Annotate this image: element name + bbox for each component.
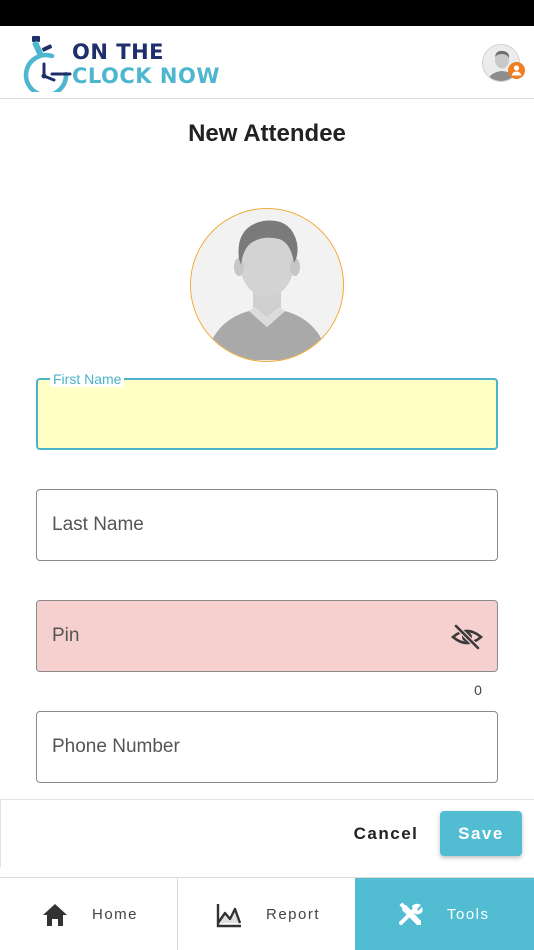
phone-number-placeholder: Phone Number: [52, 736, 180, 757]
status-bar: [0, 0, 534, 26]
bottom-nav: Home Report Tools: [0, 877, 534, 950]
tools-icon: [399, 902, 423, 925]
app-logo[interactable]: ON THE CLOCK NOW: [22, 34, 232, 92]
attendee-photo-picker[interactable]: [190, 208, 344, 362]
first-name-field[interactable]: First Name: [36, 371, 498, 450]
logo-line1: ON THE: [72, 40, 164, 64]
last-name-placeholder: Last Name: [52, 514, 144, 535]
account-badge-icon: [508, 62, 525, 79]
pin-placeholder: Pin: [52, 625, 80, 646]
phone-number-field[interactable]: Phone Number: [36, 711, 498, 783]
pin-field[interactable]: Pin: [36, 600, 498, 672]
save-button[interactable]: Save: [440, 811, 522, 856]
nav-item-tools[interactable]: Tools: [355, 878, 534, 950]
app-header: ON THE CLOCK NOW: [0, 26, 534, 99]
nav-item-home[interactable]: Home: [0, 878, 178, 950]
stopwatch-logo-icon: [23, 36, 72, 92]
logo-line2: CLOCK NOW: [72, 64, 220, 88]
logo-text: ON THE CLOCK NOW: [72, 40, 220, 88]
cancel-button[interactable]: Cancel: [344, 818, 428, 850]
first-name-label: First Name: [50, 371, 125, 387]
nav-label-tools: Tools: [447, 906, 490, 923]
page-title: New Attendee: [188, 120, 346, 147]
home-icon: [43, 904, 67, 926]
eye-off-icon[interactable]: [451, 623, 483, 651]
nav-label-report: Report: [266, 906, 321, 923]
last-name-field[interactable]: Last Name: [36, 489, 498, 561]
person-placeholder-icon: [191, 209, 342, 360]
nav-item-report[interactable]: Report: [178, 878, 355, 950]
nav-label-home: Home: [92, 906, 139, 923]
pin-char-counter: 0: [474, 682, 482, 698]
chart-icon: [216, 904, 242, 928]
